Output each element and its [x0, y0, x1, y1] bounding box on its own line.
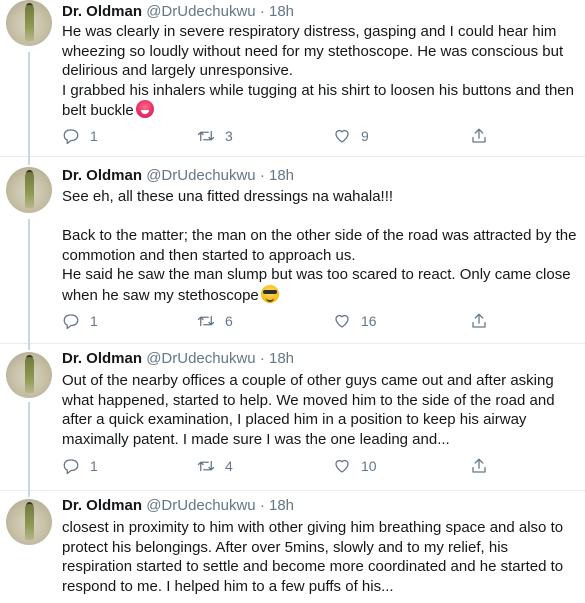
retweet-button[interactable]: 3 — [197, 126, 233, 146]
retweet-count: 3 — [225, 128, 233, 144]
retweet-button[interactable]: 6 — [197, 311, 233, 331]
reply-count: 1 — [90, 458, 98, 474]
share-icon — [472, 128, 486, 143]
share-icon — [472, 458, 486, 473]
user-handle[interactable]: @DrUdechukwu — [146, 497, 255, 514]
like-count: 10 — [361, 458, 377, 474]
retweet-count: 4 — [225, 458, 233, 474]
avatar[interactable] — [6, 499, 52, 545]
like-button[interactable]: 10 — [333, 456, 377, 476]
share-button[interactable] — [470, 311, 488, 331]
user-handle[interactable]: @DrUdechukwu — [146, 350, 255, 367]
thread-line — [28, 52, 30, 157]
heart-icon — [335, 459, 349, 473]
tweet-text-content: Out of the nearby offices a couple of ot… — [62, 372, 555, 448]
timestamp[interactable]: 18h — [269, 350, 294, 367]
avatar[interactable] — [6, 352, 52, 398]
hot-face-emoji — [135, 100, 154, 118]
retweet-button[interactable]: 4 — [197, 456, 233, 476]
tweet-text: closest in proximity to him with other g… — [62, 518, 577, 596]
tweet-actions: 1 6 16 — [62, 311, 486, 331]
thread-line — [28, 344, 30, 350]
thread-line — [28, 219, 30, 344]
reply-button[interactable]: 1 — [62, 126, 98, 146]
timestamp[interactable]: 18h — [269, 3, 294, 20]
timestamp[interactable]: 18h — [269, 497, 294, 514]
separator-dot: · — [259, 3, 265, 20]
tweet-text: See eh, all these una fitted dressings n… — [62, 187, 577, 305]
tweet[interactable]: Dr. Oldman @DrUdechukwu · 18h closest in… — [0, 491, 585, 603]
thread-line — [28, 157, 30, 165]
tweet-header: Dr. Oldman @DrUdechukwu · 18h — [62, 166, 294, 186]
avatar[interactable] — [6, 0, 52, 46]
reply-button[interactable]: 1 — [62, 311, 98, 331]
tweet-text-content: closest in proximity to him with other g… — [62, 519, 564, 595]
avatar[interactable] — [6, 167, 52, 213]
reply-count: 1 — [90, 313, 98, 329]
timestamp[interactable]: 18h — [269, 167, 294, 184]
like-button[interactable]: 9 — [333, 126, 369, 146]
display-name[interactable]: Dr. Oldman — [62, 3, 142, 20]
thread-line — [28, 402, 30, 491]
display-name[interactable]: Dr. Oldman — [62, 497, 142, 514]
separator-dot: · — [259, 350, 265, 367]
like-button[interactable]: 16 — [333, 311, 377, 331]
user-handle[interactable]: @DrUdechukwu — [146, 3, 255, 20]
tweet[interactable]: Dr. Oldman @DrUdechukwu · 18h See eh, al… — [0, 157, 585, 344]
reply-count: 1 — [90, 128, 98, 144]
display-name[interactable]: Dr. Oldman — [62, 167, 142, 184]
thread-line — [28, 491, 30, 497]
tweet[interactable]: Dr. Oldman @DrUdechukwu · 18h He was cle… — [0, 0, 585, 157]
display-name[interactable]: Dr. Oldman — [62, 350, 142, 367]
share-button[interactable] — [470, 456, 488, 476]
reply-icon — [63, 314, 79, 330]
heart-icon — [335, 314, 349, 328]
share-icon — [472, 313, 486, 328]
tweet-actions: 1 4 10 — [62, 456, 486, 476]
separator-dot: · — [259, 497, 265, 514]
tweet-text: He was clearly in severe respiratory dis… — [62, 22, 577, 121]
reply-icon — [63, 129, 79, 145]
share-button[interactable] — [470, 126, 488, 146]
retweet-icon — [197, 315, 215, 327]
tweet-header: Dr. Oldman @DrUdechukwu · 18h — [62, 496, 294, 516]
tweet-thread: Dr. Oldman @DrUdechukwu · 18h He was cle… — [0, 0, 585, 603]
tweet-header: Dr. Oldman @DrUdechukwu · 18h — [62, 2, 294, 22]
tweet-text: Out of the nearby offices a couple of ot… — [62, 371, 577, 449]
tweet-header: Dr. Oldman @DrUdechukwu · 18h — [62, 349, 294, 369]
tweet-actions: 1 3 9 — [62, 126, 486, 146]
sunglasses-emoji — [260, 284, 279, 303]
user-handle[interactable]: @DrUdechukwu — [146, 167, 255, 184]
reply-button[interactable]: 1 — [62, 456, 98, 476]
like-count: 16 — [361, 313, 377, 329]
retweet-icon — [197, 460, 215, 472]
retweet-icon — [197, 130, 215, 142]
tweet-text-content: See eh, all these una fitted dressings n… — [62, 188, 577, 304]
separator-dot: · — [259, 167, 265, 184]
tweet[interactable]: Dr. Oldman @DrUdechukwu · 18h Out of the… — [0, 344, 585, 491]
like-count: 9 — [361, 128, 369, 144]
heart-icon — [335, 129, 349, 143]
reply-icon — [63, 459, 79, 475]
retweet-count: 6 — [225, 313, 233, 329]
